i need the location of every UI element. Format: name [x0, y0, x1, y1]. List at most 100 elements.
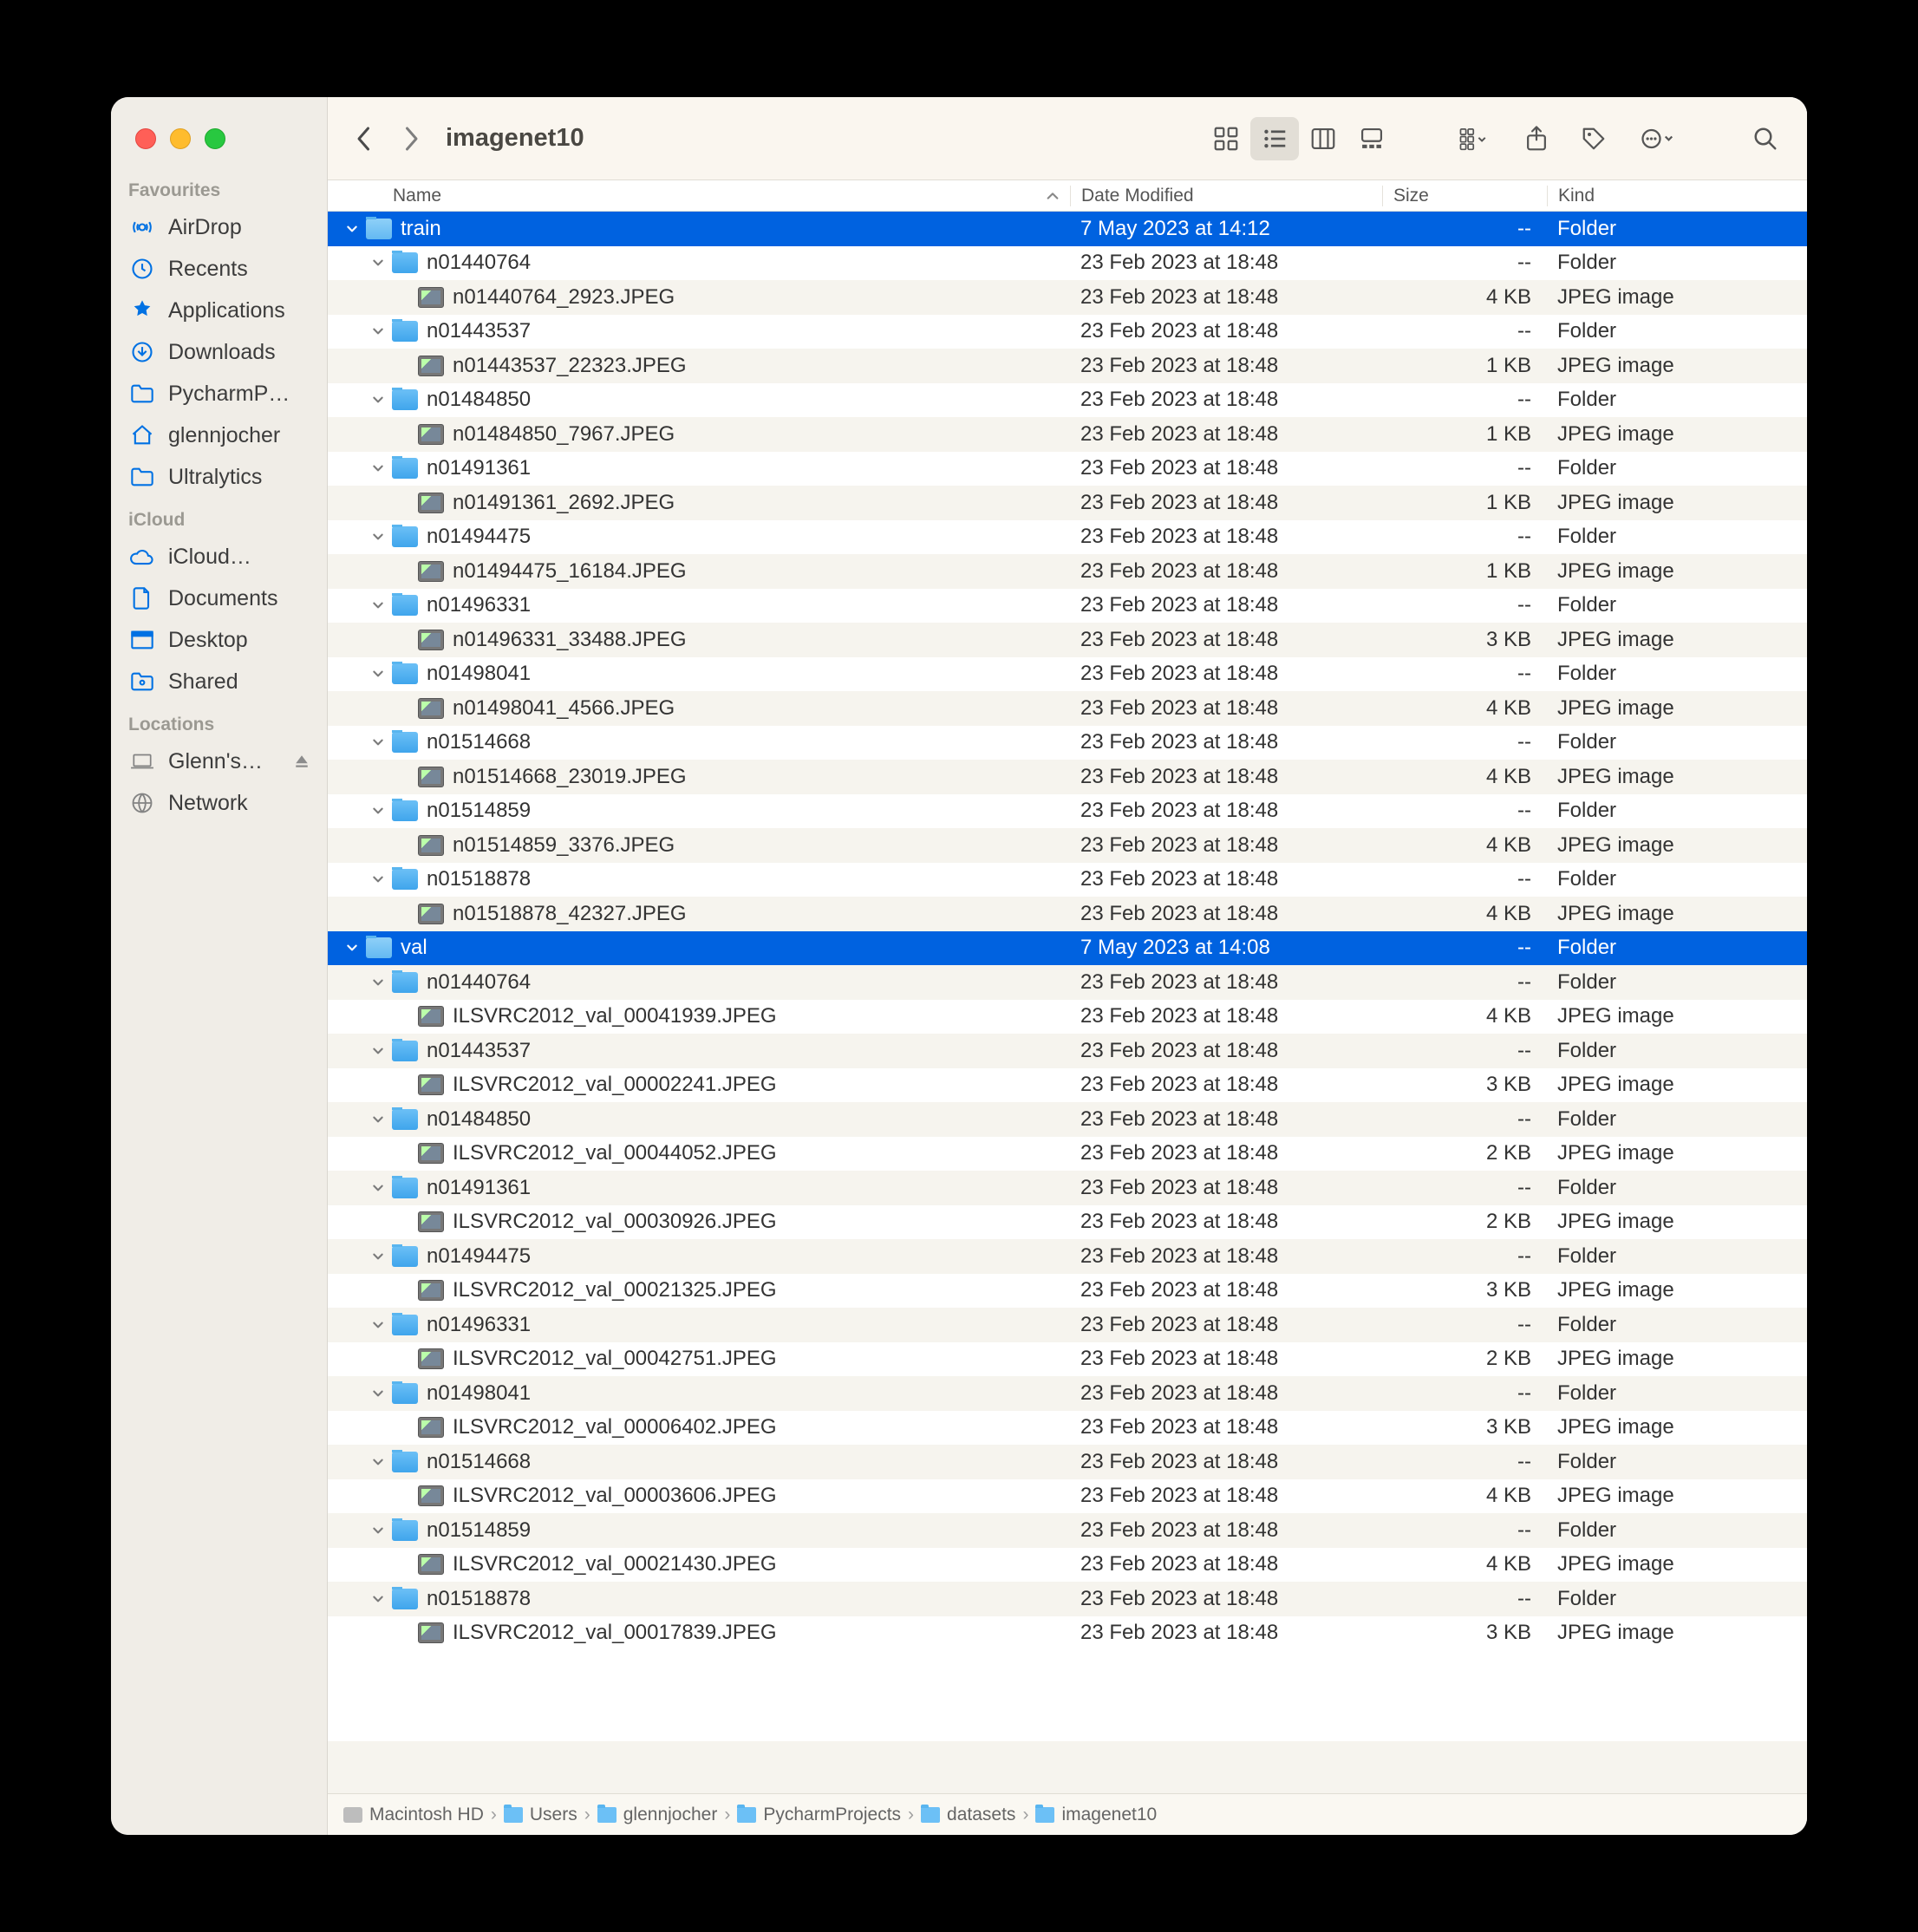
path-segment[interactable]: Macintosh HD: [343, 1805, 484, 1825]
folder-row[interactable]: n0151887823 Feb 2023 at 18:48--Folder: [328, 863, 1807, 897]
sidebar-item[interactable]: Glenn's…: [111, 741, 327, 782]
sidebar-item[interactable]: Shared: [111, 661, 327, 702]
folder-row[interactable]: n0151485923 Feb 2023 at 18:48--Folder: [328, 794, 1807, 829]
search-button[interactable]: [1741, 117, 1790, 160]
sidebar-item[interactable]: Network: [111, 782, 327, 824]
column-header-date[interactable]: Date Modified: [1070, 186, 1382, 206]
disclosure-triangle[interactable]: [369, 254, 387, 271]
path-segment[interactable]: PycharmProjects: [737, 1805, 901, 1825]
file-row[interactable]: n01491361_2692.JPEG23 Feb 2023 at 18:481…: [328, 486, 1807, 520]
folder-row[interactable]: val7 May 2023 at 14:08--Folder: [328, 931, 1807, 966]
file-row[interactable]: ILSVRC2012_val_00021325.JPEG23 Feb 2023 …: [328, 1274, 1807, 1309]
column-header-size[interactable]: Size: [1382, 186, 1547, 206]
file-row[interactable]: n01498041_4566.JPEG23 Feb 2023 at 18:484…: [328, 691, 1807, 726]
sidebar-item[interactable]: Downloads: [111, 331, 327, 373]
sidebar-item[interactable]: iCloud…: [111, 536, 327, 578]
file-row[interactable]: ILSVRC2012_val_00003606.JPEG23 Feb 2023 …: [328, 1479, 1807, 1514]
file-row[interactable]: ILSVRC2012_val_00006402.JPEG23 Feb 2023 …: [328, 1411, 1807, 1446]
file-row[interactable]: ILSVRC2012_val_00042751.JPEG23 Feb 2023 …: [328, 1342, 1807, 1377]
path-segment[interactable]: imagenet10: [1035, 1805, 1157, 1825]
file-row[interactable]: n01496331_33488.JPEG23 Feb 2023 at 18:48…: [328, 623, 1807, 657]
disclosure-triangle[interactable]: [369, 323, 387, 340]
disclosure-triangle[interactable]: [369, 871, 387, 888]
folder-row[interactable]: n0151485923 Feb 2023 at 18:48--Folder: [328, 1513, 1807, 1548]
action-menu-button[interactable]: [1627, 117, 1689, 160]
sidebar-item[interactable]: AirDrop: [111, 206, 327, 248]
sidebar-item[interactable]: Documents: [111, 578, 327, 619]
folder-row[interactable]: n0144353723 Feb 2023 at 18:48--Folder: [328, 315, 1807, 349]
file-row[interactable]: n01514859_3376.JPEG23 Feb 2023 at 18:484…: [328, 828, 1807, 863]
folder-row[interactable]: n0148485023 Feb 2023 at 18:48--Folder: [328, 383, 1807, 418]
file-row[interactable]: ILSVRC2012_val_00002241.JPEG23 Feb 2023 …: [328, 1068, 1807, 1103]
list-view-button[interactable]: [1250, 117, 1299, 160]
file-row[interactable]: n01440764_2923.JPEG23 Feb 2023 at 18:484…: [328, 280, 1807, 315]
back-button[interactable]: [345, 120, 383, 158]
column-view-button[interactable]: [1299, 117, 1347, 160]
path-segment[interactable]: Users: [504, 1805, 577, 1825]
disclosure-triangle[interactable]: [369, 1316, 387, 1334]
folder-row[interactable]: n0149136123 Feb 2023 at 18:48--Folder: [328, 452, 1807, 486]
folder-row[interactable]: n0149804123 Feb 2023 at 18:48--Folder: [328, 1376, 1807, 1411]
folder-row[interactable]: train7 May 2023 at 14:12--Folder: [328, 212, 1807, 246]
file-row[interactable]: ILSVRC2012_val_00041939.JPEG23 Feb 2023 …: [328, 1000, 1807, 1035]
file-row[interactable]: ILSVRC2012_val_00021430.JPEG23 Feb 2023 …: [328, 1548, 1807, 1583]
sidebar-item[interactable]: Ultralytics: [111, 456, 327, 498]
disclosure-triangle[interactable]: [369, 1453, 387, 1471]
disclosure-triangle[interactable]: [369, 1590, 387, 1608]
folder-row[interactable]: n0151887823 Feb 2023 at 18:48--Folder: [328, 1582, 1807, 1616]
folder-row[interactable]: n0144353723 Feb 2023 at 18:48--Folder: [328, 1034, 1807, 1068]
folder-row[interactable]: n0144076423 Feb 2023 at 18:48--Folder: [328, 965, 1807, 1000]
sidebar-item[interactable]: glennjocher: [111, 414, 327, 456]
forward-button[interactable]: [392, 120, 430, 158]
folder-row[interactable]: n0151466823 Feb 2023 at 18:48--Folder: [328, 1445, 1807, 1479]
disclosure-triangle[interactable]: [343, 939, 361, 956]
sidebar-item[interactable]: Applications: [111, 290, 327, 331]
disclosure-triangle[interactable]: [369, 597, 387, 614]
folder-row[interactable]: n0151466823 Feb 2023 at 18:48--Folder: [328, 726, 1807, 760]
folder-row[interactable]: n0149633123 Feb 2023 at 18:48--Folder: [328, 1308, 1807, 1342]
folder-row[interactable]: n0149633123 Feb 2023 at 18:48--Folder: [328, 589, 1807, 623]
icon-view-button[interactable]: [1202, 117, 1250, 160]
disclosure-triangle[interactable]: [369, 528, 387, 545]
disclosure-triangle[interactable]: [369, 1111, 387, 1128]
zoom-window-button[interactable]: [205, 128, 225, 149]
folder-row[interactable]: n0149447523 Feb 2023 at 18:48--Folder: [328, 520, 1807, 555]
minimize-window-button[interactable]: [170, 128, 191, 149]
folder-row[interactable]: n0148485023 Feb 2023 at 18:48--Folder: [328, 1102, 1807, 1137]
disclosure-triangle[interactable]: [369, 1179, 387, 1197]
file-row[interactable]: n01518878_42327.JPEG23 Feb 2023 at 18:48…: [328, 897, 1807, 931]
disclosure-triangle[interactable]: [369, 665, 387, 682]
sidebar-item[interactable]: Desktop: [111, 619, 327, 661]
file-row[interactable]: ILSVRC2012_val_00044052.JPEG23 Feb 2023 …: [328, 1137, 1807, 1172]
tags-button[interactable]: [1569, 117, 1618, 160]
disclosure-triangle[interactable]: [369, 1042, 387, 1060]
share-button[interactable]: [1512, 117, 1561, 160]
file-row[interactable]: ILSVRC2012_val_00030926.JPEG23 Feb 2023 …: [328, 1205, 1807, 1240]
disclosure-triangle[interactable]: [369, 802, 387, 819]
eject-icon[interactable]: [294, 754, 310, 769]
column-header-name[interactable]: Name: [328, 186, 1070, 206]
path-segment[interactable]: datasets: [921, 1805, 1015, 1825]
folder-row[interactable]: n0149804123 Feb 2023 at 18:48--Folder: [328, 657, 1807, 692]
disclosure-triangle[interactable]: [369, 734, 387, 751]
file-row[interactable]: ILSVRC2012_val_00017839.JPEG23 Feb 2023 …: [328, 1616, 1807, 1651]
disclosure-triangle[interactable]: [343, 220, 361, 238]
path-segment[interactable]: glennjocher: [597, 1805, 718, 1825]
disclosure-triangle[interactable]: [369, 460, 387, 477]
folder-row[interactable]: n0144076423 Feb 2023 at 18:48--Folder: [328, 246, 1807, 281]
disclosure-triangle[interactable]: [369, 1385, 387, 1402]
close-window-button[interactable]: [135, 128, 156, 149]
column-header-kind[interactable]: Kind: [1547, 186, 1807, 206]
group-by-button[interactable]: [1441, 117, 1504, 160]
file-row[interactable]: n01494475_16184.JPEG23 Feb 2023 at 18:48…: [328, 554, 1807, 589]
disclosure-triangle[interactable]: [369, 1248, 387, 1265]
sidebar-item[interactable]: Recents: [111, 248, 327, 290]
folder-row[interactable]: n0149447523 Feb 2023 at 18:48--Folder: [328, 1239, 1807, 1274]
folder-row[interactable]: n0149136123 Feb 2023 at 18:48--Folder: [328, 1171, 1807, 1205]
file-row[interactable]: n01514668_23019.JPEG23 Feb 2023 at 18:48…: [328, 760, 1807, 794]
disclosure-triangle[interactable]: [369, 391, 387, 408]
gallery-view-button[interactable]: [1347, 117, 1396, 160]
file-row[interactable]: n01443537_22323.JPEG23 Feb 2023 at 18:48…: [328, 349, 1807, 383]
file-row[interactable]: n01484850_7967.JPEG23 Feb 2023 at 18:481…: [328, 417, 1807, 452]
sidebar-item[interactable]: PycharmP…: [111, 373, 327, 414]
